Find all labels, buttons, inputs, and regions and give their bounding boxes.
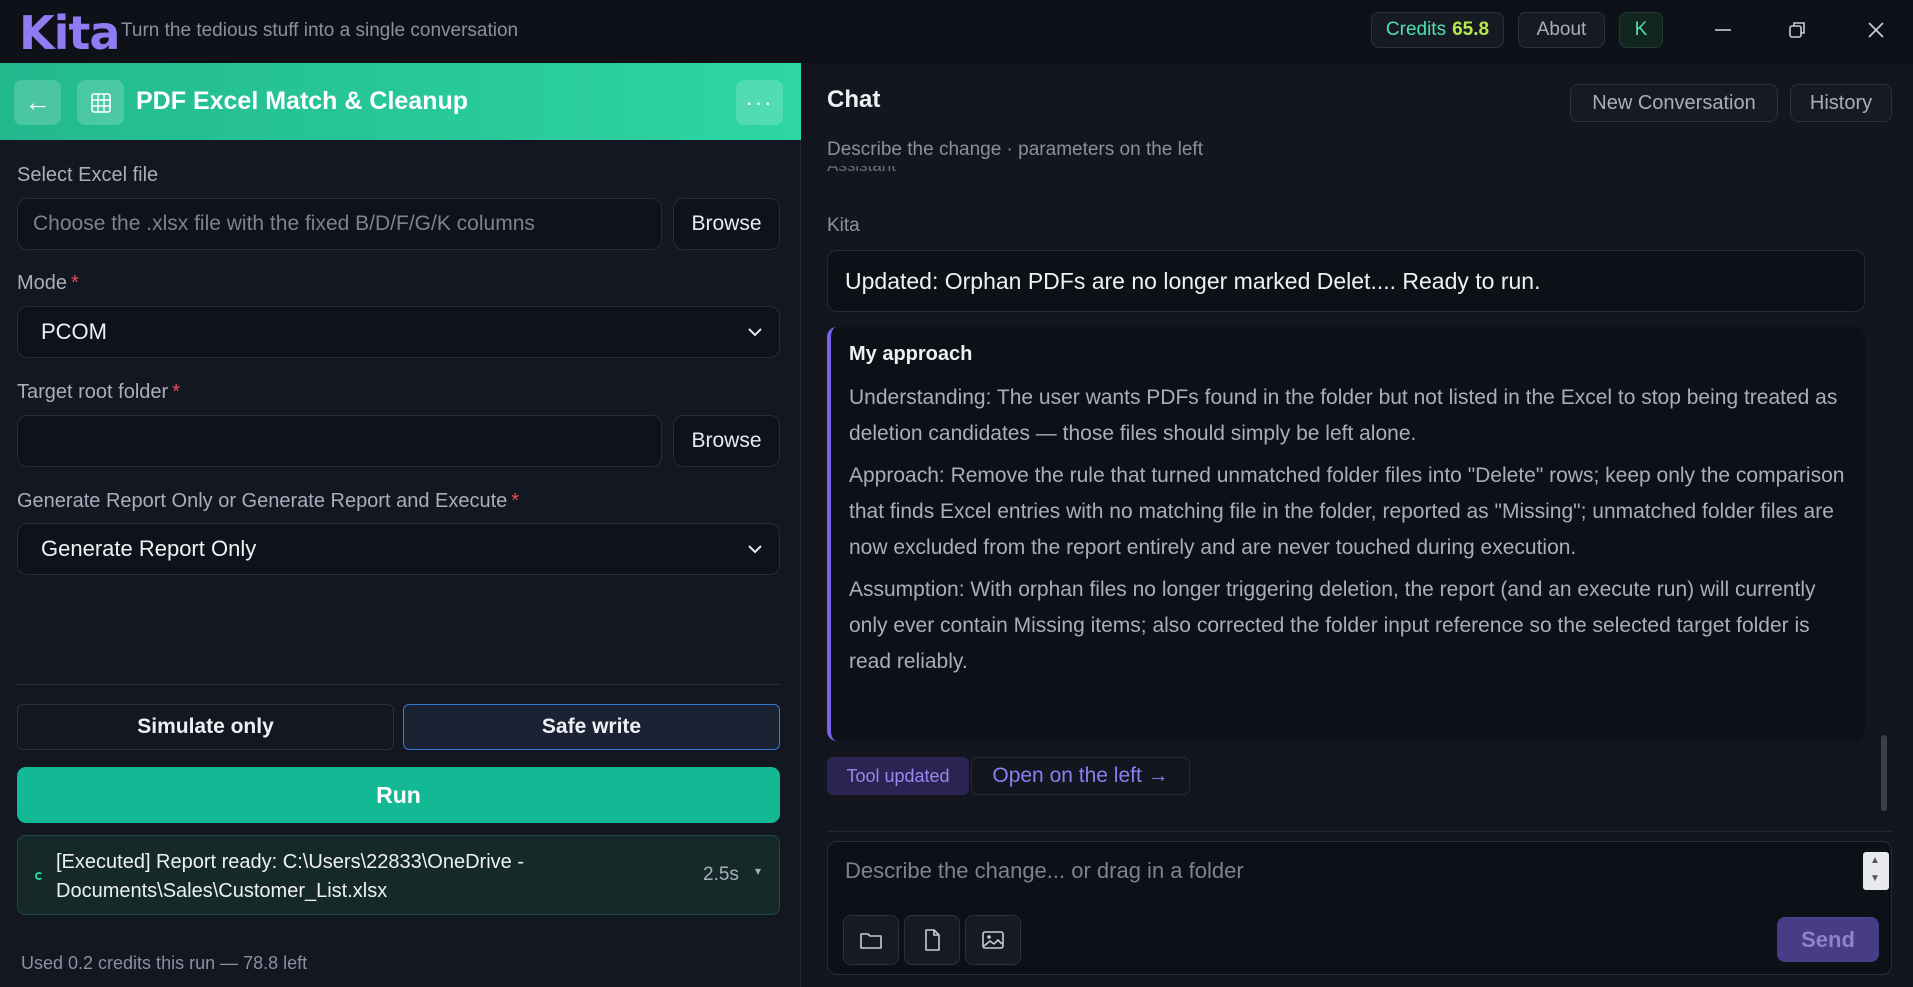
excel-file-field[interactable] [17, 198, 662, 250]
generate-mode-value: Generate Report Only [41, 536, 257, 561]
credits-badge[interactable]: Credits 65.8 [1371, 12, 1504, 48]
open-on-left-link[interactable]: Open on the left → [971, 757, 1190, 795]
target-folder-input[interactable] [18, 416, 661, 466]
image-icon [982, 931, 1004, 949]
composer: ▲ ▼ Send [827, 841, 1892, 975]
excel-file-input[interactable] [18, 199, 661, 249]
about-button[interactable]: About [1518, 12, 1605, 48]
approach-card: My approach Understanding: The user want… [827, 327, 1865, 741]
caret-down-icon[interactable]: ▾ [755, 864, 761, 878]
chevron-down-icon [748, 328, 762, 337]
generate-mode-label: Generate Report Only or Generate Report … [17, 490, 519, 513]
safe-write-toggle[interactable]: Safe write [403, 704, 780, 750]
mode-label-text: Mode [17, 272, 68, 294]
avatar[interactable]: K [1619, 12, 1663, 48]
chat-scrollbar[interactable] [1881, 735, 1887, 811]
spinner-icon [35, 872, 43, 880]
target-folder-label: Target root folder * [17, 381, 180, 404]
title-bar: Kita Turn the tedious stuff into a singl… [0, 0, 1913, 63]
approach-understanding: Understanding: The user wants PDFs found… [849, 386, 1838, 445]
table-grid-icon [77, 80, 124, 125]
restore-icon[interactable] [1777, 10, 1817, 50]
file-icon [925, 929, 940, 951]
generate-mode-select[interactable]: Generate Report Only [17, 523, 780, 575]
spin-up-icon[interactable]: ▲ [1870, 855, 1880, 866]
generate-mode-label-text: Generate Report Only or Generate Report … [17, 490, 508, 512]
tool-title: PDF Excel Match & Cleanup [136, 87, 469, 115]
app-logo: Kita [19, 6, 120, 60]
credits-value: 65.8 [1452, 19, 1490, 40]
status-duration: 2.5s [703, 864, 739, 885]
required-mark: * [71, 272, 79, 294]
message-input[interactable] [828, 842, 1848, 902]
chat-subtitle: Describe the change · parameters on the … [827, 139, 1203, 160]
approach-heading: My approach [849, 343, 973, 365]
mode-label: Mode * [17, 272, 79, 295]
required-mark: * [172, 381, 180, 403]
close-icon[interactable] [1856, 10, 1896, 50]
composer-divider [827, 831, 1892, 832]
approach-assumption: Assumption: With orphan files no longer … [849, 578, 1816, 673]
attach-file-button[interactable] [904, 915, 960, 965]
attach-folder-button[interactable] [843, 915, 899, 965]
assistant-message: Updated: Orphan PDFs are no longer marke… [827, 250, 1865, 312]
simulate-only-toggle[interactable]: Simulate only [17, 704, 394, 750]
send-button[interactable]: Send [1777, 917, 1879, 962]
tool-panel: ← PDF Excel Match & Cleanup ··· Select E… [0, 63, 801, 987]
credit-usage: Used 0.2 credits this run — 78.8 left [21, 953, 308, 973]
target-folder-field[interactable] [17, 415, 662, 467]
attach-image-button[interactable] [965, 915, 1021, 965]
input-spinner[interactable]: ▲ ▼ [1863, 852, 1889, 890]
chevron-down-icon [748, 545, 762, 554]
tool-header: ← PDF Excel Match & Cleanup ··· [0, 63, 801, 140]
folder-icon [860, 933, 882, 949]
run-status[interactable]: [Executed] Report ready: C:\Users\22833\… [17, 835, 780, 915]
status-message: [Executed] Report ready: C:\Users\22833\… [56, 851, 524, 902]
tool-updated-badge: Tool updated [827, 757, 969, 795]
credits-label: Credits [1385, 19, 1447, 40]
minimize-icon[interactable] [1703, 10, 1743, 50]
target-folder-label-text: Target root folder [17, 381, 169, 403]
scrolled-sender-label: Assistant [827, 166, 1027, 178]
spin-down-icon[interactable]: ▼ [1870, 873, 1880, 884]
chat-title: Chat [827, 86, 881, 113]
section-divider [17, 684, 780, 685]
run-button[interactable]: Run [17, 767, 780, 823]
browse-excel-button[interactable]: Browse [673, 198, 780, 250]
browse-folder-button[interactable]: Browse [673, 415, 780, 467]
chat-panel: Chat New Conversation History Describe t… [801, 63, 1913, 987]
app-tagline: Turn the tedious stuff into a single con… [121, 20, 519, 41]
message-sender: Kita [827, 215, 860, 236]
history-button[interactable]: History [1790, 84, 1892, 122]
excel-file-label: Select Excel file [17, 164, 159, 186]
mode-value: PCOM [41, 319, 107, 344]
back-button[interactable]: ← [14, 80, 61, 125]
more-options-button[interactable]: ··· [736, 80, 783, 125]
new-conversation-button[interactable]: New Conversation [1570, 84, 1778, 122]
approach-approach: Approach: Remove the rule that turned un… [849, 464, 1845, 559]
required-mark: * [511, 490, 520, 512]
mode-select[interactable]: PCOM [17, 306, 780, 358]
